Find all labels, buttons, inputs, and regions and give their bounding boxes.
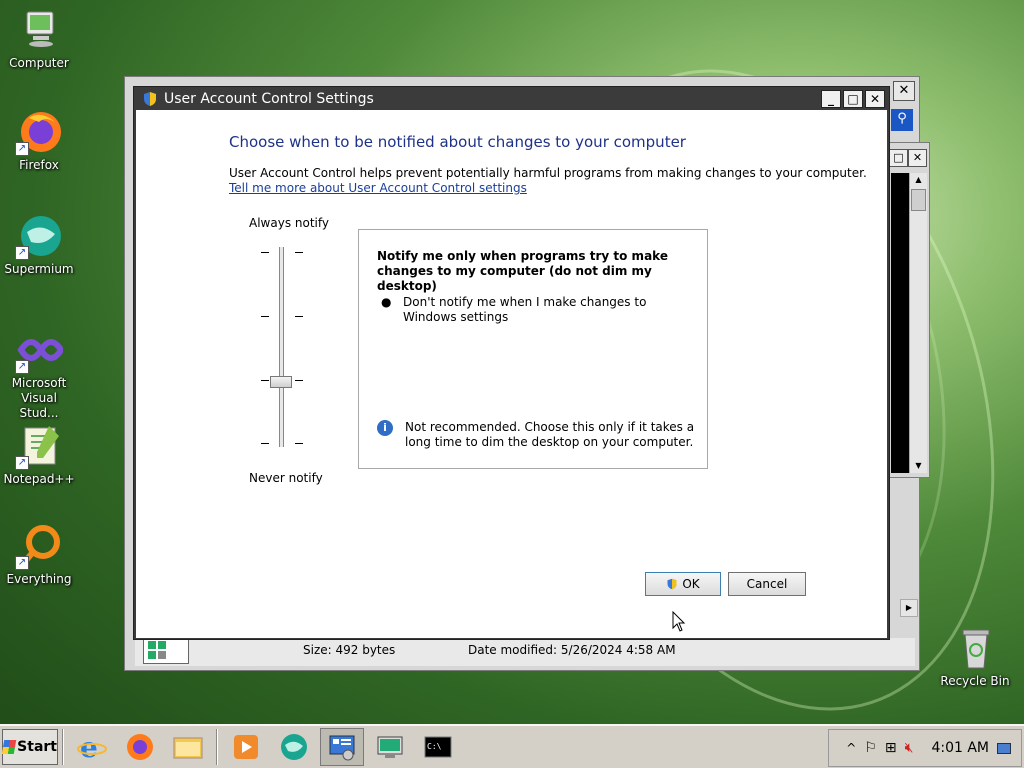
slider-tick (295, 380, 303, 381)
window-title: User Account Control Settings (164, 90, 374, 107)
notification-slider-track[interactable] (279, 247, 284, 447)
action-center-flag-icon[interactable]: ⚐ (864, 740, 877, 756)
info-icon: i (377, 420, 393, 436)
shield-icon (144, 91, 156, 106)
desktop-icon-everything[interactable]: ↗ Everything (0, 522, 78, 587)
taskbar-separator (62, 729, 64, 765)
taskbar-supermium-icon[interactable] (272, 728, 316, 766)
restore-icon[interactable]: □ (889, 149, 908, 167)
file-thumbnail-icon (143, 636, 189, 664)
notepadpp-icon: ↗ (15, 422, 63, 470)
taskbar-control-panel-icon[interactable] (320, 728, 364, 766)
everything-icon: ↗ (15, 522, 63, 570)
taskbar-media-player-icon[interactable] (224, 728, 268, 766)
file-size-text: Size: 492 bytes (303, 643, 396, 657)
computer-icon (15, 6, 63, 54)
windows-logo-icon (1, 740, 17, 754)
show-hidden-icons-icon[interactable]: ^ (846, 741, 856, 755)
slider-tick (295, 252, 303, 253)
cancel-button[interactable]: Cancel (728, 572, 806, 596)
level-description-box: Notify me only when programs try to make… (358, 229, 708, 469)
window-controls: □ ✕ (889, 149, 927, 167)
window-controls: _ □ ✕ (821, 89, 885, 108)
scroll-right-icon[interactable]: ▶ (900, 599, 918, 617)
bullet-icon: ● (381, 295, 392, 309)
slider-tick (261, 252, 269, 253)
taskbar-ie-icon[interactable]: e (70, 728, 114, 766)
close-icon[interactable]: ✕ (865, 89, 885, 108)
slider-tick (261, 380, 269, 381)
shortcut-arrow-icon: ↗ (15, 246, 29, 260)
show-desktop-icon[interactable] (997, 742, 1011, 754)
taskbar-firefox-icon[interactable] (118, 728, 162, 766)
title-bar[interactable]: User Account Control Settings _ □ ✕ (134, 87, 889, 110)
slider-bottom-label: Never notify (249, 471, 323, 485)
search-icon[interactable]: ⚲ (891, 109, 913, 131)
shortcut-arrow-icon: ↗ (15, 142, 29, 156)
file-date-text: Date modified: 5/26/2024 4:58 AM (468, 643, 676, 657)
uac-settings-dialog[interactable]: User Account Control Settings _ □ ✕ Choo… (133, 86, 890, 640)
supermium-icon: ↗ (15, 212, 63, 260)
shield-icon (667, 578, 677, 590)
slider-top-label: Always notify (249, 216, 329, 230)
learn-more-link[interactable]: Tell me more about User Account Control … (229, 181, 527, 195)
svg-text:e: e (80, 732, 98, 762)
description-text: User Account Control helps prevent poten… (229, 166, 867, 180)
close-icon[interactable]: ✕ (893, 81, 915, 101)
slider-tick (295, 316, 303, 317)
ok-button[interactable]: OK (645, 572, 721, 596)
level-title: Notify me only when programs try to make… (377, 249, 668, 293)
taskbar-cmd-icon[interactable]: C:\ (416, 728, 460, 766)
network-icon[interactable]: ⊞ (885, 740, 897, 756)
desktop-icon-notepadpp[interactable]: ↗ Notepad++ (0, 422, 78, 487)
system-tray: ^ ⚐ ⊞ 🔇︎ 4:01 AM (828, 729, 1022, 767)
scroll-up-icon[interactable]: ▲ (910, 173, 927, 187)
background-console-window[interactable]: □ ✕ ▲ ▼ (888, 142, 930, 478)
dialog-body: Choose when to be notified about changes… (136, 110, 887, 638)
volume-muted-icon[interactable]: 🔇︎ (905, 740, 914, 756)
svg-text:C:\: C:\ (427, 742, 442, 751)
console-area (891, 173, 909, 473)
firefox-icon: ↗ (15, 108, 63, 156)
slider-tick (261, 443, 269, 444)
taskbar: Start e C:\ ^ ⚐ ⊞ 🔇︎ 4:01 AM (0, 724, 1024, 768)
shortcut-arrow-icon: ↗ (15, 556, 29, 570)
taskbar-explorer-icon[interactable] (166, 728, 210, 766)
desktop-icon-recycle-bin[interactable]: Recycle Bin (936, 624, 1014, 689)
mouse-cursor-icon (672, 611, 686, 632)
shortcut-arrow-icon: ↗ (15, 456, 29, 470)
desktop-icon-visual-studio[interactable]: ↗ Microsoft Visual Stud... (0, 326, 78, 421)
maximize-icon[interactable]: □ (843, 89, 863, 108)
desktop-icon-supermium[interactable]: ↗ Supermium (0, 212, 78, 277)
close-icon[interactable]: ✕ (908, 149, 927, 167)
page-title: Choose when to be notified about changes… (229, 133, 686, 151)
visual-studio-icon: ↗ (15, 326, 65, 374)
taskbar-remote-desktop-icon[interactable] (368, 728, 412, 766)
start-button[interactable]: Start (1, 729, 58, 765)
desktop-icon-computer[interactable]: Computer (0, 6, 78, 71)
slider-tick (261, 316, 269, 317)
scroll-thumb[interactable] (911, 189, 926, 211)
notification-slider-thumb[interactable] (270, 376, 292, 388)
minimize-icon[interactable]: _ (821, 89, 841, 108)
clock[interactable]: 4:01 AM (931, 740, 989, 756)
taskbar-separator (216, 729, 218, 765)
shortcut-arrow-icon: ↗ (15, 360, 29, 374)
desktop-icon-firefox[interactable]: ↗ Firefox (0, 108, 78, 173)
slider-tick (295, 443, 303, 444)
scroll-down-icon[interactable]: ▼ (910, 459, 927, 473)
vertical-scrollbar[interactable]: ▲ ▼ (909, 173, 927, 473)
recycle-bin-icon (951, 624, 999, 672)
